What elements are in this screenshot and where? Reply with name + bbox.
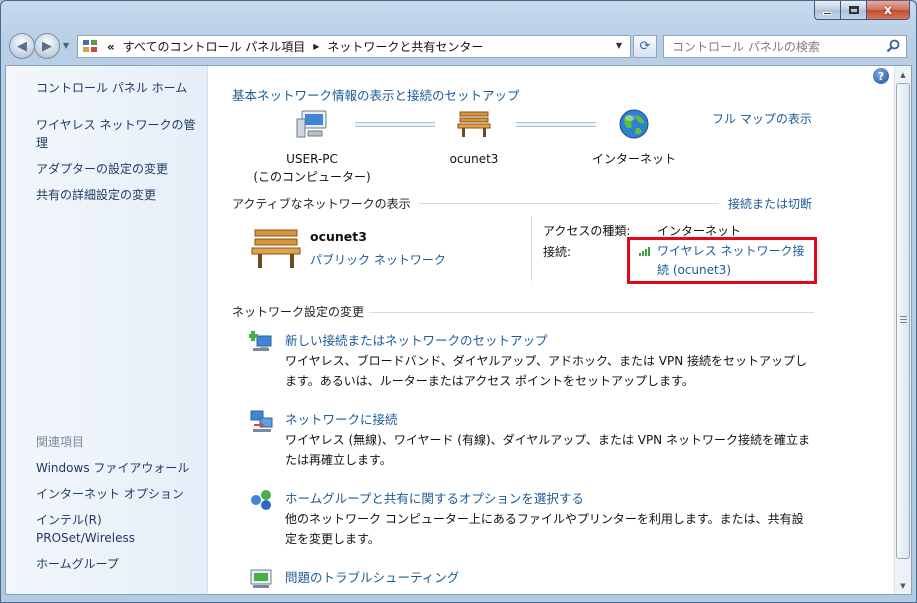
breadcrumb-all-items[interactable]: すべてのコントロール パネル項目: [123, 38, 306, 55]
minimize-icon: [823, 11, 832, 15]
map-connector-2: [516, 122, 596, 127]
sidebar-item-homegroup[interactable]: ホームグループ: [36, 555, 201, 573]
scroll-thumb[interactable]: [896, 83, 910, 559]
map-connector-1: [355, 122, 435, 127]
task-troubleshoot-link[interactable]: 問題のトラブルシューティング: [285, 567, 459, 586]
search-placeholder: コントロール パネルの検索: [672, 40, 820, 54]
breadcrumb-network-center[interactable]: ネットワークと共有センター: [327, 38, 483, 55]
search-input[interactable]: コントロール パネルの検索: [663, 35, 907, 58]
control-panel-window: x ◀ ▶ ▼ « すべてのコントロール パネル項目 ▶ ネットワークと共有セン…: [0, 0, 917, 603]
sidebar-item-advanced-sharing[interactable]: 共有の詳細設定の変更: [36, 186, 201, 204]
task-homegroup-link[interactable]: ホームグループと共有に関するオプションを選択する: [285, 488, 584, 507]
sidebar-item-control-panel-home[interactable]: コントロール パネル ホーム: [36, 79, 201, 97]
troubleshoot-icon: [250, 569, 272, 588]
signal-strength-icon: [639, 246, 653, 256]
back-button[interactable]: ◀: [9, 33, 35, 59]
recent-pages-dropdown[interactable]: ▼: [63, 41, 69, 50]
navigation-bar: ◀ ▶ ▼ « すべてのコントロール パネル項目 ▶ ネットワークと共有センター…: [1, 29, 916, 63]
computer-icon: [296, 110, 327, 138]
page-title: 基本ネットワーク情報の表示と接続のセットアップ: [232, 88, 520, 103]
address-bar[interactable]: « すべてのコントロール パネル項目 ▶ ネットワークと共有センター ▼: [77, 35, 631, 58]
task-connect-network-link[interactable]: ネットワークに接続: [285, 409, 398, 428]
section-divider: [419, 203, 719, 204]
scroll-down-icon[interactable]: ▼: [895, 577, 911, 594]
task-connect-network-desc: ワイヤレス (無線)、ワイヤード (有線)、ダイヤルアップ、または VPN ネッ…: [285, 433, 810, 467]
maximize-icon: [848, 6, 859, 14]
connect-network-icon: [250, 410, 273, 432]
control-panel-icon: [83, 39, 99, 54]
refresh-icon: ⟳: [639, 39, 651, 54]
network-type-link[interactable]: パブリック ネットワーク: [310, 251, 446, 268]
scroll-grip-icon: [900, 316, 907, 324]
address-prefix[interactable]: «: [107, 40, 115, 54]
close-icon: x: [883, 2, 893, 18]
sidebar-item-firewall[interactable]: Windows ファイアウォール: [36, 459, 201, 477]
task-new-connection-link[interactable]: 新しい接続またはネットワークのセットアップ: [285, 330, 548, 349]
sidebar-item-manage-wireless[interactable]: ワイヤレス ネットワークの管理: [36, 116, 201, 152]
vertical-divider: [531, 216, 532, 281]
close-button[interactable]: x: [867, 1, 910, 20]
full-map-link[interactable]: フル マップの表示: [712, 110, 812, 127]
map-computer-sub: (このコンピューター): [253, 170, 371, 184]
homegroup-icon: [251, 490, 271, 510]
back-arrow-icon: ◀: [17, 38, 27, 54]
related-heading: 関連項目: [36, 435, 85, 449]
sidebar-item-adapter-settings[interactable]: アダプターの設定の変更: [36, 160, 201, 178]
map-computer-name: USER-PC: [286, 152, 338, 166]
help-icon[interactable]: ?: [873, 68, 889, 84]
vertical-scrollbar[interactable]: ▲ ▼: [894, 66, 911, 594]
settings-divider: [369, 312, 814, 313]
connection-key: 接続:: [543, 245, 572, 259]
forward-button[interactable]: ▶: [34, 33, 60, 59]
network-bench-icon: [251, 229, 301, 268]
caption-buttons: x: [814, 1, 910, 20]
forward-arrow-icon: ▶: [42, 38, 52, 54]
sidebar-item-internet-options[interactable]: インターネット オプション: [36, 485, 201, 503]
bench-icon: [457, 111, 491, 137]
new-connection-icon: [249, 331, 272, 351]
active-network-heading: アクティブなネットワークの表示: [232, 197, 411, 211]
active-network-name: ocunet3: [310, 229, 367, 244]
map-network-name: ocunet3: [449, 152, 499, 166]
wireless-connection-link[interactable]: ワイヤレス ネットワーク接続 (ocunet3): [657, 242, 812, 280]
sidebar-item-intel-proset[interactable]: インテル(R) PROSet/Wireless: [36, 511, 156, 547]
content-frame: コントロール パネル ホーム ワイヤレス ネットワークの管理 アダプターの設定の…: [5, 65, 912, 595]
breadcrumb-separator-icon[interactable]: ▶: [313, 42, 319, 51]
connect-disconnect-link[interactable]: 接続または切断: [728, 195, 812, 212]
maximize-button[interactable]: [841, 1, 867, 20]
main-panel: 基本ネットワーク情報の表示と接続のセットアップ フル マップの表示 USER-P…: [209, 66, 891, 594]
sidebar: コントロール パネル ホーム ワイヤレス ネットワークの管理 アダプターの設定の…: [6, 66, 208, 594]
minimize-button[interactable]: [814, 1, 841, 20]
task-homegroup-desc: 他のネットワーク コンピューター上にあるファイルやプリンターを利用します。または…: [285, 512, 804, 546]
search-icon[interactable]: [886, 39, 900, 53]
task-new-connection-desc: ワイヤレス、ブロードバンド、ダイヤルアップ、アドホック、または VPN 接続をセ…: [285, 354, 808, 388]
address-dropdown-icon[interactable]: ▼: [616, 41, 622, 50]
scroll-up-icon[interactable]: ▲: [895, 66, 911, 83]
refresh-button[interactable]: ⟳: [633, 35, 657, 58]
map-internet: インターネット: [591, 152, 676, 166]
globe-icon: [619, 109, 649, 139]
access-type-key: アクセスの種類:: [543, 224, 631, 238]
settings-heading: ネットワーク設定の変更: [232, 305, 365, 319]
